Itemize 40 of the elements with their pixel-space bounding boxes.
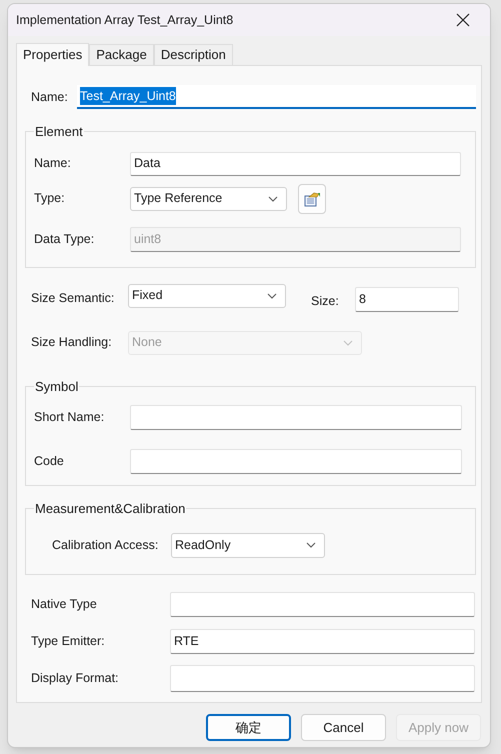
- tab[interactable]: Package: [89, 44, 154, 65]
- field-label: Calibration Access:: [52, 536, 160, 554]
- field-label: Code: [34, 453, 65, 470]
- input-field[interactable]: [130, 449, 462, 474]
- close-icon[interactable]: [456, 13, 470, 27]
- field-label: Size Semantic:: [31, 290, 116, 306]
- input-field[interactable]: [170, 664, 475, 692]
- chevron-icon: [267, 292, 277, 298]
- dropdown[interactable]: Fixed: [128, 284, 286, 308]
- input-field[interactable]: 8: [355, 286, 459, 312]
- field-label: Short Name:: [34, 409, 106, 426]
- tab[interactable]: Properties: [16, 43, 90, 66]
- input-field[interactable]: Data: [130, 152, 461, 176]
- dropdown[interactable]: Type Reference: [130, 186, 287, 210]
- chevron-icon: [306, 542, 316, 548]
- field-label: Type:: [34, 190, 66, 208]
- input-field[interactable]: RTE: [170, 628, 475, 654]
- field-label: Name:: [31, 88, 69, 106]
- input-field[interactable]: Test_Array_Uint8: [77, 85, 476, 109]
- chevron-icon: [343, 340, 353, 346]
- field-label: Native Type: [31, 596, 98, 613]
- field-label: Display Format:: [31, 670, 120, 687]
- document-icon: [303, 190, 321, 206]
- field-label: Type Emitter:: [31, 632, 106, 650]
- field-label: Data Type:: [34, 230, 96, 248]
- input-field[interactable]: [170, 592, 475, 616]
- field-label: Size Handling:: [31, 334, 113, 352]
- field-label: Name:: [34, 155, 72, 172]
- chevron-icon: [268, 196, 278, 202]
- group-title: Measurement&Calibration: [34, 500, 186, 518]
- window-title: Implementation Array Test_Array_Uint8: [16, 12, 234, 29]
- dropdown[interactable]: ReadOnly: [171, 532, 325, 558]
- group-title: Symbol: [34, 378, 80, 396]
- group-title: Element: [34, 123, 84, 141]
- field-label: Size:: [311, 292, 340, 310]
- tab[interactable]: Description: [154, 44, 233, 65]
- dialog-button[interactable]: Cancel: [301, 714, 386, 741]
- browse-button[interactable]: [298, 184, 326, 214]
- input-field[interactable]: [130, 405, 462, 430]
- dialog-button[interactable]: 确定: [206, 714, 291, 741]
